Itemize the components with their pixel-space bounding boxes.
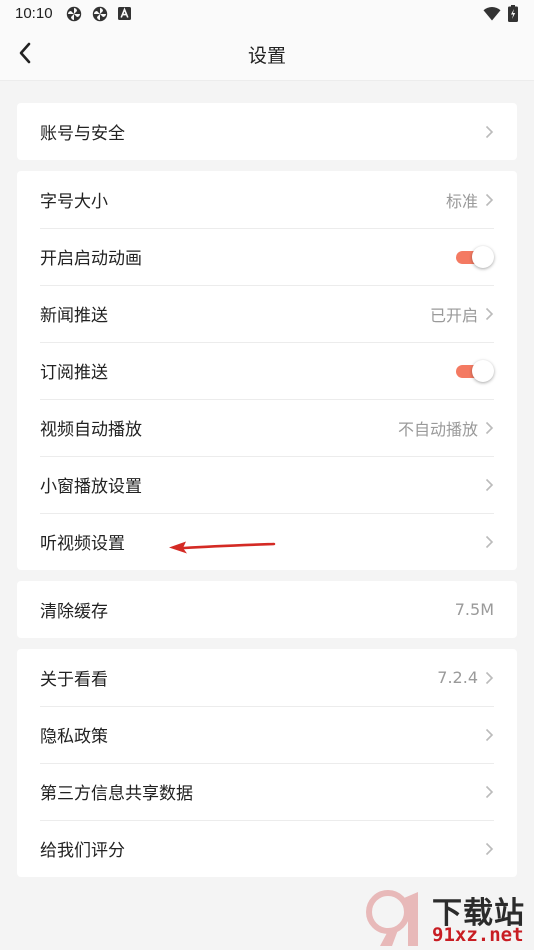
settings-group-cache: 清除缓存 7.5M <box>17 581 517 638</box>
settings-item-label: 清除缓存 <box>40 602 108 622</box>
chevron-right-icon <box>485 535 494 548</box>
settings-item-video-autoplay[interactable]: 视频自动播放 不自动播放 <box>17 399 517 456</box>
watermark: 下载站 91xz.net <box>366 888 532 948</box>
settings-item-label: 给我们评分 <box>40 841 125 861</box>
toggle-knob <box>472 359 494 382</box>
chevron-right-icon <box>485 421 494 434</box>
chevron-right-icon <box>485 671 494 684</box>
toggle-knob <box>472 245 494 268</box>
page-title: 设置 <box>247 45 286 67</box>
annotation-arrow-icon <box>169 541 276 554</box>
launch-animation-toggle[interactable] <box>456 245 494 268</box>
chevron-right-icon <box>485 307 494 320</box>
settings-item-label: 视频自动播放 <box>40 420 142 440</box>
cache-size-value: 7.5M <box>454 600 494 619</box>
settings-item-third-party-data[interactable]: 第三方信息共享数据 <box>17 763 517 820</box>
pinwheel-icon <box>66 6 82 22</box>
settings-item-label: 字号大小 <box>40 192 108 212</box>
battery-icon <box>508 5 518 22</box>
settings-group-account: 账号与安全 <box>17 103 517 160</box>
chevron-right-icon <box>485 125 494 138</box>
chevron-right-icon <box>485 478 494 491</box>
settings-item-mini-window[interactable]: 小窗播放设置 <box>17 456 517 513</box>
settings-item-label: 订阅推送 <box>40 363 108 383</box>
settings-item-font-size[interactable]: 字号大小 标准 <box>17 171 517 228</box>
settings-item-value: 标准 <box>445 191 478 211</box>
settings-item-rate-us[interactable]: 给我们评分 <box>17 820 517 877</box>
settings-item-about[interactable]: 关于看看 7.2.4 <box>17 649 517 706</box>
91-logo-icon <box>366 890 418 946</box>
settings-item-label: 开启启动动画 <box>40 249 142 269</box>
wifi-icon <box>483 7 501 21</box>
settings-item-value: 已开启 <box>429 305 478 325</box>
watermark-url: 91xz.net <box>432 924 524 946</box>
chevron-right-icon <box>485 785 494 798</box>
settings-item-label: 隐私政策 <box>40 727 108 747</box>
settings-item-value: 不自动播放 <box>397 419 478 439</box>
settings-item-clear-cache[interactable]: 清除缓存 7.5M <box>17 581 517 638</box>
chevron-right-icon <box>485 728 494 741</box>
status-time: 10:10 <box>15 5 53 22</box>
status-bar: 10:10 <box>0 0 534 28</box>
settings-item-label: 新闻推送 <box>40 306 108 326</box>
chevron-right-icon <box>485 842 494 855</box>
settings-item-label: 第三方信息共享数据 <box>40 784 193 804</box>
chevron-right-icon <box>485 193 494 206</box>
settings-item-label: 小窗播放设置 <box>40 477 142 497</box>
app-version-value: 7.2.4 <box>437 668 478 687</box>
settings-group-general: 字号大小 标准 开启启动动画 新闻推送 已开启 订阅推送 视频自动播放 不自动播… <box>17 171 517 570</box>
settings-group-about: 关于看看 7.2.4 隐私政策 第三方信息共享数据 给我们评分 <box>17 649 517 877</box>
settings-item-subscription-push: 订阅推送 <box>17 342 517 399</box>
settings-item-news-push[interactable]: 新闻推送 已开启 <box>17 285 517 342</box>
settings-item-label: 账号与安全 <box>40 124 125 144</box>
header: 设置 <box>0 28 534 81</box>
settings-item-account-security[interactable]: 账号与安全 <box>17 103 517 160</box>
settings-item-label: 关于看看 <box>40 670 108 690</box>
subscription-push-toggle[interactable] <box>456 359 494 382</box>
notification-a-icon <box>118 7 131 20</box>
settings-item-privacy-policy[interactable]: 隐私政策 <box>17 706 517 763</box>
settings-item-launch-animation: 开启启动动画 <box>17 228 517 285</box>
pinwheel-icon <box>92 6 108 22</box>
